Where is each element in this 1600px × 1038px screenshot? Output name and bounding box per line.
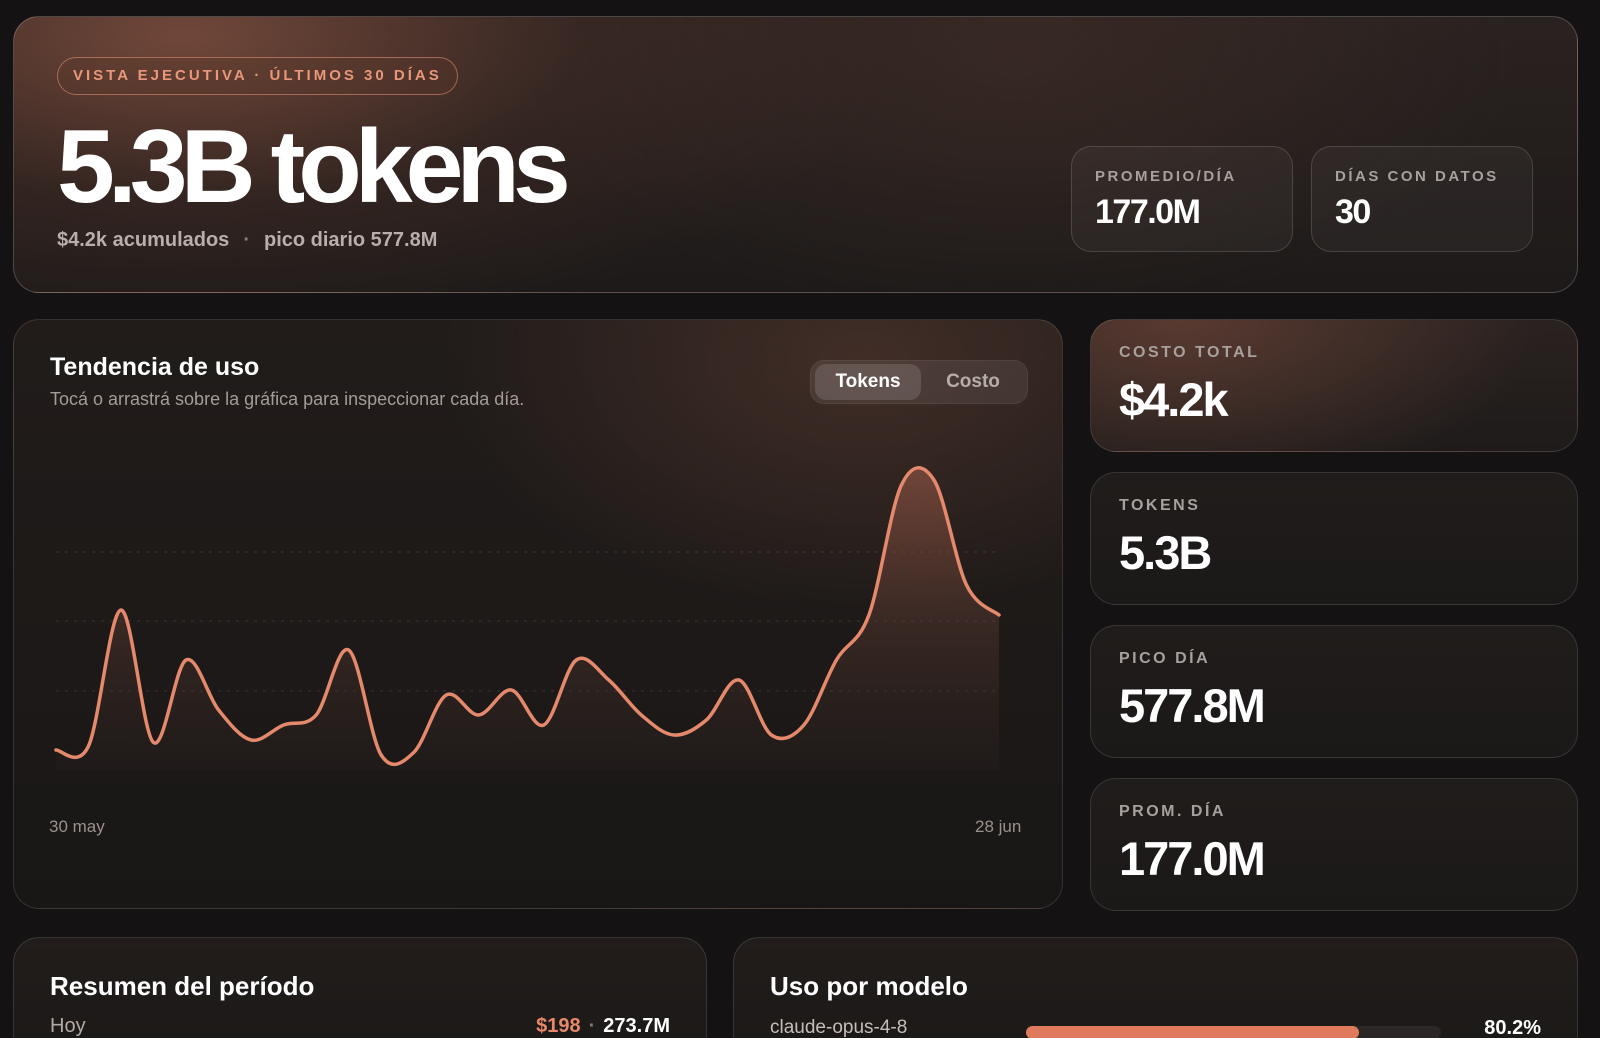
chart-point[interactable] [473, 709, 485, 721]
chart-point[interactable] [765, 729, 777, 741]
chart-point[interactable] [830, 654, 842, 666]
summary-row-label: Hoy [50, 1015, 86, 1037]
stat-value: 577.8M [1119, 679, 1266, 732]
model-usage-card: Uso por modelo claude-opus-4-8 80.2% [733, 937, 1578, 1038]
chart-point[interactable] [993, 609, 1005, 621]
summary-row-cost: $198 [536, 1015, 581, 1037]
stat-card-total-cost: COSTO TOTAL $4.2k [1090, 319, 1578, 452]
model-usage-percent: 80.2% [1484, 1017, 1541, 1038]
chart-point[interactable] [375, 749, 387, 761]
stat-value: 5.3B [1119, 526, 1212, 579]
chart-point[interactable] [245, 734, 257, 746]
chart-point[interactable] [310, 709, 322, 721]
model-name: claude-opus-4-8 [770, 1017, 908, 1038]
chart-point[interactable] [213, 704, 225, 716]
chart-point[interactable] [863, 609, 875, 621]
model-usage-bar [1026, 1026, 1441, 1038]
chart-point[interactable] [733, 674, 745, 686]
chart-point[interactable] [83, 740, 95, 752]
chart-point[interactable] [538, 719, 550, 731]
chart-point[interactable] [603, 674, 615, 686]
chart-point[interactable] [343, 644, 355, 656]
summary-row-values: $198 · 273.7M [536, 1015, 670, 1038]
chart-point[interactable] [440, 689, 452, 701]
chart-point[interactable] [115, 604, 127, 616]
separator-dot: · [588, 1015, 596, 1037]
stat-value: 177.0M [1119, 832, 1266, 885]
chart-point[interactable] [50, 744, 62, 756]
chart-point[interactable] [700, 714, 712, 726]
chart-point[interactable] [180, 654, 192, 666]
stat-label: TOKENS [1119, 497, 1201, 514]
chart-point[interactable] [895, 479, 907, 491]
chart-point[interactable] [960, 579, 972, 591]
chart-point[interactable] [668, 729, 680, 741]
chart-point[interactable] [505, 684, 517, 696]
chart-area [56, 467, 999, 770]
stat-value: $4.2k [1119, 373, 1229, 426]
chart-point[interactable] [570, 654, 582, 666]
period-summary-card: Resumen del período Hoy $198 · 273.7M [13, 937, 707, 1038]
stat-card-peak-day: PICO DÍA 577.8M [1090, 625, 1578, 758]
stat-label: PROM. DÍA [1119, 803, 1226, 820]
summary-title: Resumen del período [50, 971, 315, 1001]
x-axis-start-label: 30 may [49, 817, 105, 836]
stat-label: COSTO TOTAL [1119, 344, 1260, 361]
stat-label: PICO DÍA [1119, 650, 1211, 667]
chart-point[interactable] [408, 747, 420, 759]
model-usage-title: Uso por modelo [770, 971, 968, 1001]
x-axis-end-label: 28 jun [975, 817, 1022, 836]
chart-point[interactable] [148, 737, 160, 749]
chart-point[interactable] [278, 719, 290, 731]
chart-point[interactable] [928, 474, 940, 486]
stat-card-avg-day: PROM. DÍA 177.0M [1090, 778, 1578, 911]
stat-card-tokens: TOKENS 5.3B [1090, 472, 1578, 605]
summary-row-tokens: 273.7M [603, 1015, 670, 1037]
chart-point[interactable] [798, 719, 810, 731]
model-usage-bar-fill [1026, 1026, 1359, 1038]
chart-point[interactable] [635, 709, 647, 721]
